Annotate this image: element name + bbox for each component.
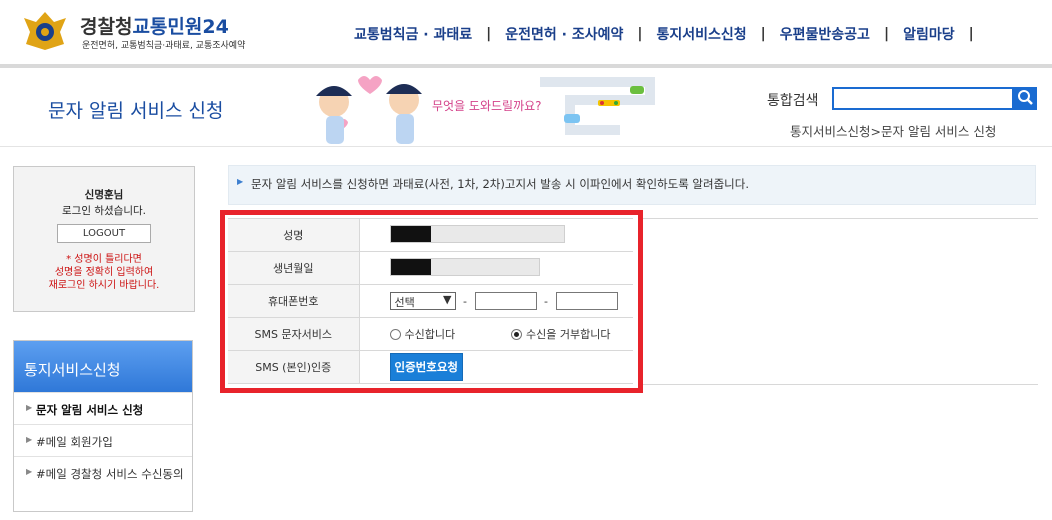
login-username: 신명훈님 xyxy=(84,189,124,201)
logo-subtitle: 운전면허, 교통범칙금·과태료, 교통조사예약 xyxy=(82,41,246,51)
nav-return-mail[interactable]: 우편물반송공고 xyxy=(766,24,884,44)
login-panel: 신명훈님 로그인 하셨습니다. LOGOUT * 성명이 틀리다면 성명을 정확… xyxy=(13,166,195,312)
page-title: 문자 알림 서비스 신청 xyxy=(48,100,224,122)
nav-license[interactable]: 운전면허 · 조사예약 xyxy=(491,24,637,44)
nav-notice-board[interactable]: 알림마당 xyxy=(889,24,969,44)
highlight-box xyxy=(220,210,643,393)
side-item-email-signup[interactable]: ▶ #메일 회원가입 xyxy=(14,424,192,456)
service-notice: ▶ 문자 알림 서비스를 신청하면 과태료(사전, 1차, 2차)고지서 발송 … xyxy=(228,165,1036,205)
notice-arrow-icon: ▶ xyxy=(237,177,244,186)
form-top-line xyxy=(643,218,1038,219)
bullet-arrow-icon: ▶ xyxy=(26,403,33,412)
svg-text:무엇을 도와드릴까요?: 무엇을 도와드릴까요? xyxy=(432,99,542,113)
login-warning: * 성명이 틀리다면 성명을 정확히 입력하여 재로그인 하시기 바랍니다. xyxy=(48,254,160,291)
top-header: 경찰청교통민원24 운전면허, 교통범칙금·과태료, 교통조사예약 교통범칙금 … xyxy=(0,0,1052,68)
police-emblem-icon xyxy=(24,12,66,50)
search-input[interactable] xyxy=(832,87,1014,110)
search-button[interactable] xyxy=(1014,87,1037,110)
top-navigation: 교통범칙금 · 과태료 | 운전면허 · 조사예약 | 통지서비스신청 | 우편… xyxy=(340,24,974,44)
search-icon xyxy=(1018,89,1033,105)
logout-button[interactable]: LOGOUT xyxy=(57,224,151,243)
form-bottom-line xyxy=(643,384,1038,385)
side-item-email-consent[interactable]: ▶ #메일 경찰청 서비스 수신동의 xyxy=(14,456,192,494)
side-item-sms-alert[interactable]: ▶ 문자 알림 서비스 신청 xyxy=(14,392,192,424)
search-label: 통합검색 xyxy=(767,93,819,109)
nav-separator: | xyxy=(968,26,974,42)
mascot-illustration: 무엇을 도와드릴까요? xyxy=(316,76,655,144)
title-divider xyxy=(0,146,1052,147)
bullet-arrow-icon: ▶ xyxy=(26,435,33,444)
nav-notification[interactable]: 통지서비스신청 xyxy=(642,24,760,44)
bullet-arrow-icon: ▶ xyxy=(26,467,33,476)
side-menu: 통지서비스신청 ▶ 문자 알림 서비스 신청 ▶ #메일 회원가입 ▶ #메일 … xyxy=(13,340,193,512)
login-message: 로그인 하셨습니다. xyxy=(62,205,146,217)
nav-fines[interactable]: 교통범칙금 · 과태료 xyxy=(340,24,486,44)
side-menu-title: 통지서비스신청 xyxy=(14,341,192,392)
breadcrumb: 통지서비스신청>문자 알림 서비스 신청 xyxy=(790,124,997,139)
site-logo[interactable]: 경찰청교통민원24 운전면허, 교통범칙금·과태료, 교통조사예약 xyxy=(22,10,262,54)
logo-title: 경찰청교통민원24 xyxy=(80,16,229,38)
